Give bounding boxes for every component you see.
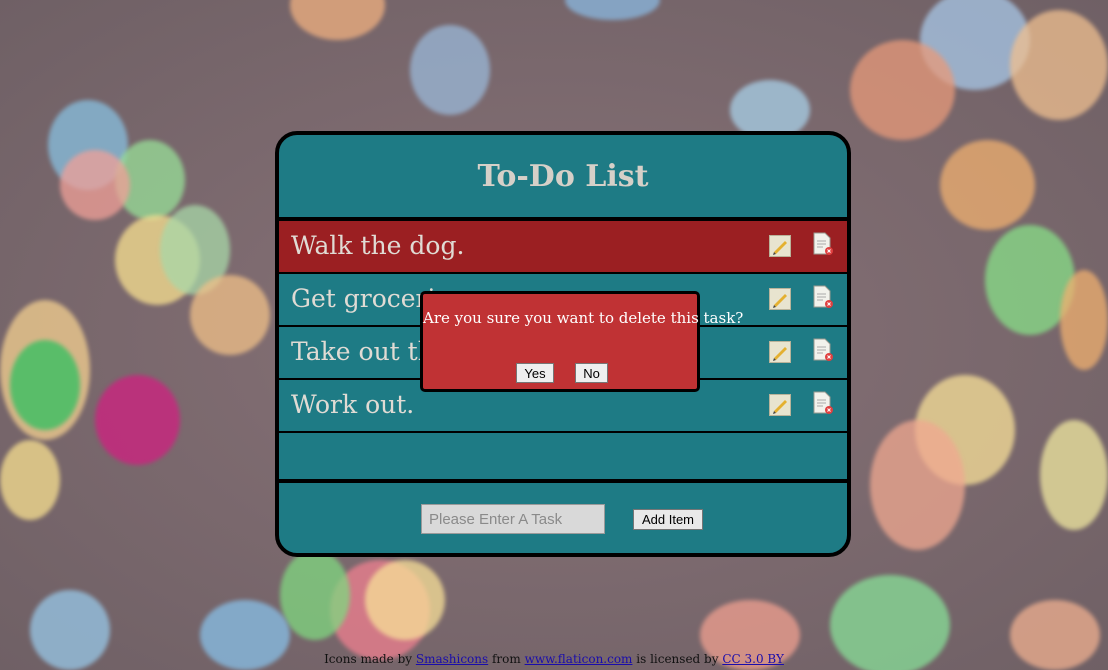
delete-document-icon[interactable] [813,338,833,362]
no-button[interactable]: No [575,363,608,383]
pencil-icon[interactable] [769,394,791,416]
delete-document-icon[interactable] [813,285,833,309]
credit-prefix: Icons made by [324,652,416,666]
smashicons-link[interactable]: Smashicons [416,652,488,666]
dialog-message: Are you sure you want to delete this tas… [423,309,744,327]
empty-task-row [279,435,847,483]
footer-credit: Icons made by Smashicons from www.flatic… [0,652,1108,666]
credit-from: from [488,652,525,666]
pencil-icon[interactable] [769,341,791,363]
credit-license-text: is licensed by [632,652,723,666]
delete-document-icon[interactable] [813,232,833,256]
add-item-button[interactable]: Add Item [633,509,703,530]
flaticon-link[interactable]: www.flaticon.com [525,652,633,666]
task-input[interactable] [421,504,605,534]
pencil-icon[interactable] [769,288,791,310]
yes-button[interactable]: Yes [516,363,554,383]
delete-document-icon[interactable] [813,391,833,415]
page-title: To-Do List [477,159,649,194]
pencil-icon[interactable] [769,235,791,257]
task-row[interactable]: Walk the dog. [279,221,847,274]
task-text: Work out. [291,390,415,419]
task-text: Walk the dog. [291,231,465,260]
license-link[interactable]: CC 3.0 BY [722,652,784,666]
delete-confirm-dialog: Are you sure you want to delete this tas… [420,291,744,392]
